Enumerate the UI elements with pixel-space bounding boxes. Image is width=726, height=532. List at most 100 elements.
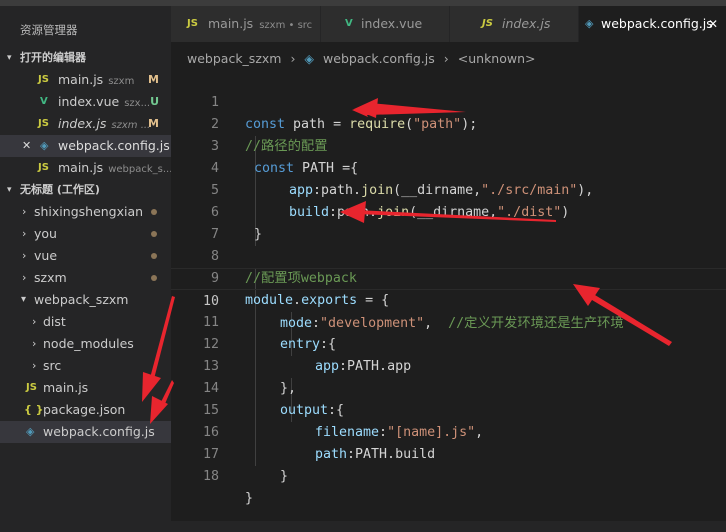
js-file-icon: JS bbox=[482, 18, 493, 29]
tree-folder[interactable]: › shixingshengxian bbox=[0, 201, 171, 223]
close-icon[interactable]: ✕ bbox=[708, 6, 718, 42]
code-line: 17 } bbox=[171, 422, 726, 484]
editor-area: JS main.js szxm • src V index.vue JS inde… bbox=[171, 6, 726, 521]
vue-file-icon: V bbox=[345, 18, 353, 29]
tab-label: main.js bbox=[208, 16, 254, 31]
webpack-file-icon: ◈ bbox=[26, 425, 35, 438]
code-line: 14 output:{ bbox=[171, 356, 726, 418]
js-file-icon: JS bbox=[38, 118, 49, 129]
tab-label: index.js bbox=[502, 16, 551, 31]
open-editors-header[interactable]: ▾ 打开的编辑器 bbox=[0, 47, 171, 69]
chevron-right-icon: › bbox=[32, 315, 37, 328]
open-editor-label: index.js bbox=[58, 116, 107, 131]
tree-label: szxm bbox=[34, 270, 67, 285]
workspace-label: 无标题 (工作区) bbox=[20, 183, 100, 196]
breadcrumb-item[interactable]: <unknown> bbox=[458, 51, 536, 66]
chevron-right-icon: › bbox=[443, 51, 449, 66]
tab-webpack-config[interactable]: ◈ webpack.config.js ✕ bbox=[579, 6, 726, 42]
chevron-right-icon: › bbox=[22, 271, 27, 284]
code-line: 7 bbox=[171, 202, 726, 242]
explorer-title: 资源管理器 bbox=[20, 23, 78, 37]
webpack-file-icon: ◈ bbox=[40, 139, 49, 152]
code-line: 15 filename:"[name].js", bbox=[171, 378, 726, 440]
code-line: 8 //配置项webpack bbox=[171, 224, 726, 286]
status-dot bbox=[151, 275, 157, 281]
code-line: 3 const PATH ={ bbox=[171, 114, 726, 176]
tree-label: vue bbox=[34, 248, 58, 263]
open-editor-path: szx... bbox=[124, 98, 151, 109]
tree-label: package.json bbox=[43, 402, 126, 417]
open-editor-item-active[interactable]: ✕ ◈ webpack.config.js ... bbox=[0, 135, 171, 157]
tab-index-js[interactable]: JS index.js bbox=[450, 6, 579, 42]
code-line: 13 }, bbox=[171, 334, 726, 396]
breadcrumb-item[interactable]: webpack_szxm bbox=[187, 51, 281, 66]
code-line: 11 entry:{ bbox=[171, 290, 726, 352]
tab-path: szxm • src bbox=[259, 20, 313, 31]
code-line: 18 } bbox=[171, 444, 726, 506]
vue-file-icon: V bbox=[40, 96, 48, 107]
breadcrumb-item[interactable]: webpack.config.js bbox=[323, 51, 435, 66]
code-line: 4 app:path.join(__dirname,"./src/main"), bbox=[171, 136, 726, 198]
tree-folder[interactable]: › vue bbox=[0, 245, 171, 267]
open-editors-label: 打开的编辑器 bbox=[20, 51, 86, 64]
tree-label: webpack_szxm bbox=[34, 292, 129, 307]
tree-folder[interactable]: › dist bbox=[0, 311, 171, 333]
open-editor-path: szxm bbox=[108, 76, 135, 87]
tree-file[interactable]: { } package.json bbox=[0, 399, 171, 421]
code-line: 1 const path = require("path"); bbox=[171, 70, 726, 132]
tree-folder[interactable]: › src bbox=[0, 355, 171, 377]
code-line: 16 path:PATH.build bbox=[171, 400, 726, 462]
chevron-down-icon: ▾ bbox=[7, 185, 12, 195]
open-editor-item[interactable]: JS main.js webpack_s... bbox=[0, 157, 171, 179]
close-icon[interactable]: ✕ bbox=[22, 135, 31, 157]
chevron-right-icon: › bbox=[290, 51, 296, 66]
tree-label: dist bbox=[43, 314, 66, 329]
status-dot bbox=[151, 253, 157, 259]
js-file-icon: JS bbox=[26, 382, 37, 393]
tree-file-selected[interactable]: ◈ webpack.config.js bbox=[0, 421, 171, 443]
code-line: 2 //路径的配置 bbox=[171, 92, 726, 154]
open-editor-label: main.js bbox=[58, 72, 104, 87]
code-line: 5 build:path.join(__dirname,"./dist") bbox=[171, 158, 726, 220]
tab-label: webpack.config.js bbox=[601, 16, 713, 31]
js-file-icon: JS bbox=[38, 162, 49, 173]
tab-index-vue[interactable]: V index.vue bbox=[321, 6, 450, 42]
open-editor-item[interactable]: JS main.js szxm M bbox=[0, 69, 171, 91]
open-editor-label: main.js bbox=[58, 160, 104, 175]
chevron-right-icon: › bbox=[22, 205, 27, 218]
code-line: 6 } bbox=[171, 180, 726, 242]
open-editor-label: index.vue bbox=[58, 94, 120, 109]
code-token: } bbox=[245, 491, 254, 506]
open-editor-path: webpack_s... bbox=[108, 164, 171, 175]
status-dot bbox=[151, 231, 157, 237]
tree-label: webpack.config.js bbox=[43, 424, 155, 439]
explorer-sidebar: 资源管理器 ▾ 打开的编辑器 JS main.js szxm M V index.… bbox=[0, 6, 171, 521]
tree-label: src bbox=[43, 358, 62, 373]
chevron-right-icon: › bbox=[22, 227, 27, 240]
code-token: } bbox=[280, 469, 289, 484]
chevron-down-icon: ▾ bbox=[21, 294, 27, 305]
untracked-badge: U bbox=[150, 95, 159, 108]
tree-label: node_modules bbox=[43, 336, 134, 351]
open-editor-item[interactable]: V index.vue szx... U bbox=[0, 91, 171, 113]
tab-label: index.vue bbox=[361, 16, 423, 31]
chevron-right-icon: › bbox=[32, 359, 37, 372]
status-dot bbox=[151, 209, 157, 215]
workspace-header[interactable]: ▾ 无标题 (工作区) bbox=[0, 179, 171, 201]
open-editor-item[interactable]: JS index.js szxm ... M bbox=[0, 113, 171, 135]
tree-label: shixingshengxian bbox=[34, 204, 144, 219]
modified-badge: M bbox=[148, 73, 159, 86]
tab-main-js[interactable]: JS main.js szxm • src bbox=[171, 6, 321, 42]
webpack-file-icon: ◈ bbox=[585, 17, 594, 30]
tree-folder[interactable]: › szxm bbox=[0, 267, 171, 289]
modified-badge: M bbox=[148, 117, 159, 130]
breadcrumb: webpack_szxm › ◈ webpack.config.js › <un… bbox=[187, 51, 541, 66]
tree-folder-expanded[interactable]: ▾ webpack_szxm bbox=[0, 289, 171, 311]
tree-folder[interactable]: › you bbox=[0, 223, 171, 245]
chevron-right-icon: › bbox=[22, 249, 27, 262]
tree-folder[interactable]: › node_modules bbox=[0, 333, 171, 355]
json-file-icon: { } bbox=[24, 403, 44, 416]
tree-file[interactable]: JS main.js bbox=[0, 377, 171, 399]
webpack-file-icon: ◈ bbox=[304, 51, 315, 66]
open-editor-label: webpack.config.js ... bbox=[58, 138, 171, 153]
